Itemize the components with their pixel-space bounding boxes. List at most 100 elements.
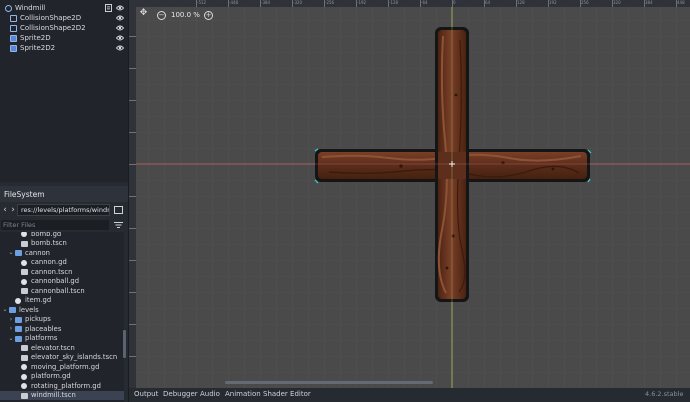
chevron-down-icon[interactable]: ⌄ bbox=[8, 335, 14, 342]
filter-files-input[interactable]: Filter Files bbox=[1, 220, 109, 230]
version-label: 4.6.2.stable bbox=[645, 390, 684, 398]
visibility-eye-icon[interactable] bbox=[116, 5, 124, 11]
script-gear-icon bbox=[21, 278, 27, 285]
node-type-icon bbox=[10, 34, 17, 42]
filesystem-header: FileSystem bbox=[0, 186, 128, 202]
chevron-down-icon[interactable]: ⌄ bbox=[2, 306, 8, 313]
canvas-2d[interactable] bbox=[129, 0, 690, 388]
filesystem-item[interactable]: cannonball.gd bbox=[0, 277, 124, 287]
filesystem-path-input[interactable]: res://levels/platforms/windmill bbox=[17, 204, 110, 216]
bottom-panel-tabs: Output Debugger Audio Animation Shader E… bbox=[129, 388, 690, 402]
ruler-tick bbox=[484, 0, 485, 7]
ruler-label: 128 bbox=[517, 0, 525, 5]
ruler-tick bbox=[129, 356, 136, 357]
filesystem-item[interactable]: cannonball.tscn bbox=[0, 286, 124, 296]
zoom-out-icon[interactable]: − bbox=[157, 11, 166, 20]
ruler-tick bbox=[129, 260, 136, 261]
folder-icon bbox=[15, 250, 22, 256]
filesystem-item[interactable]: item.gd bbox=[0, 296, 124, 306]
ruler-tick bbox=[676, 0, 677, 7]
ruler-tick bbox=[420, 0, 421, 7]
filesystem-item[interactable]: elevator.tscn bbox=[0, 343, 124, 353]
tab-audio[interactable]: Audio bbox=[200, 390, 220, 398]
filesystem-item[interactable]: cannon.gd bbox=[0, 258, 124, 268]
canvas-viewport[interactable]: -512 -448 -384 -320 -256 -192 -128 -64 0 64 128 192… bbox=[129, 0, 690, 388]
script-icon[interactable] bbox=[105, 4, 112, 12]
scene-node-0[interactable]: Windmill bbox=[0, 3, 128, 13]
scene-file-icon bbox=[21, 354, 28, 361]
chevron-down-icon[interactable]: ⌄ bbox=[8, 249, 14, 256]
filesystem-item[interactable]: cannon.tscn bbox=[0, 267, 124, 277]
folder-icon bbox=[15, 326, 22, 332]
move-tool-icon[interactable]: ✥ bbox=[139, 9, 148, 19]
script-gear-icon bbox=[15, 297, 21, 304]
filesystem-item[interactable]: moving_platform.gd bbox=[0, 362, 124, 372]
filesystem-item[interactable]: rotating_platform.gd bbox=[0, 381, 124, 391]
ruler-tick bbox=[228, 0, 229, 7]
ruler-tick bbox=[644, 0, 645, 7]
zoom-in-icon[interactable]: + bbox=[204, 11, 213, 20]
scene-file-icon bbox=[21, 269, 28, 275]
sort-options-icon[interactable] bbox=[114, 221, 123, 229]
horizontal-scrollbar[interactable] bbox=[225, 381, 433, 384]
scene-node-4[interactable]: Sprite2D2 bbox=[0, 43, 128, 53]
filesystem-item[interactable]: ⌄ cannon bbox=[0, 248, 124, 258]
tab-output[interactable]: Output bbox=[134, 390, 158, 398]
filesystem-tree: bomb.gd bomb.tscn ⌄ cannon cannon.gd cannon.t… bbox=[0, 232, 124, 402]
left-dock: Windmill CollisionShape2D CollisionShape2D… bbox=[0, 0, 128, 402]
tab-shader-editor[interactable]: Shader Editor bbox=[263, 390, 311, 398]
scene-file-icon bbox=[21, 392, 28, 399]
chevron-right-icon[interactable]: › bbox=[8, 316, 14, 323]
filesystem-item-label: cannonball.gd bbox=[31, 277, 80, 286]
ruler-tick bbox=[129, 164, 136, 165]
visibility-eye-icon[interactable] bbox=[116, 25, 124, 31]
scene-node-label: CollisionShape2D bbox=[20, 14, 82, 22]
filesystem-item[interactable]: › pickups bbox=[0, 315, 124, 325]
scene-node-1[interactable]: CollisionShape2D bbox=[0, 13, 128, 23]
filesystem-item[interactable]: ⌄ levels bbox=[0, 305, 124, 315]
ruler-label: -192 bbox=[357, 0, 367, 5]
scene-file-icon bbox=[21, 288, 28, 294]
folder-icon bbox=[15, 316, 22, 323]
scene-file-icon bbox=[21, 345, 28, 351]
filesystem-item[interactable]: platform.gd bbox=[0, 372, 124, 382]
script-gear-icon bbox=[21, 383, 27, 389]
filesystem-item[interactable]: bomb.tscn bbox=[0, 239, 124, 249]
visibility-eye-icon[interactable] bbox=[116, 35, 124, 41]
filesystem-scrollbar[interactable] bbox=[123, 330, 126, 358]
filesystem-item[interactable]: › placeables bbox=[0, 324, 124, 334]
scene-node-3[interactable]: Sprite2D bbox=[0, 33, 128, 43]
ruler-horizontal[interactable]: -512 -448 -384 -320 -256 -192 -128 -64 0 64 128 192… bbox=[129, 0, 690, 7]
filesystem-path-bar: ‹ › res://levels/platforms/windmill bbox=[0, 203, 128, 217]
chevron-right-icon[interactable]: › bbox=[8, 325, 14, 332]
forward-arrow-icon[interactable]: › bbox=[9, 203, 17, 217]
folder-icon bbox=[9, 307, 16, 313]
tab-animation[interactable]: Animation bbox=[225, 390, 261, 398]
ruler-tick bbox=[129, 68, 136, 69]
filesystem-item-label: pickups bbox=[25, 315, 51, 324]
tab-debugger[interactable]: Debugger bbox=[163, 390, 198, 398]
scene-node-label: Sprite2D2 bbox=[20, 44, 56, 52]
ruler-vertical[interactable] bbox=[129, 0, 136, 388]
script-gear-icon bbox=[21, 364, 27, 370]
filesystem-item-label: elevator_sky_islands.tscn bbox=[31, 353, 118, 362]
ruler-tick bbox=[129, 100, 136, 101]
back-arrow-icon[interactable]: ‹ bbox=[1, 203, 9, 217]
ruler-tick bbox=[129, 228, 136, 229]
layout-toggle-icon[interactable] bbox=[114, 206, 123, 214]
grid bbox=[136, 7, 690, 388]
filesystem-item[interactable]: elevator_sky_islands.tscn bbox=[0, 353, 124, 363]
ruler-tick bbox=[129, 36, 136, 37]
filesystem-item[interactable]: windmill.tscn bbox=[0, 390, 124, 400]
ruler-label: 256 bbox=[581, 0, 589, 5]
zoom-level[interactable]: 100.0 % bbox=[171, 11, 200, 19]
ruler-tick bbox=[324, 0, 325, 7]
visibility-eye-icon[interactable] bbox=[116, 45, 124, 51]
filesystem-item[interactable]: ⌄ platforms bbox=[0, 334, 124, 344]
ruler-label: 384 bbox=[645, 0, 653, 5]
visibility-eye-icon[interactable] bbox=[116, 15, 124, 21]
scene-file-icon bbox=[21, 240, 28, 247]
ruler-label: 448 bbox=[677, 0, 685, 5]
ruler-label: 320 bbox=[613, 0, 621, 5]
scene-node-2[interactable]: CollisionShape2D2 bbox=[0, 23, 128, 33]
